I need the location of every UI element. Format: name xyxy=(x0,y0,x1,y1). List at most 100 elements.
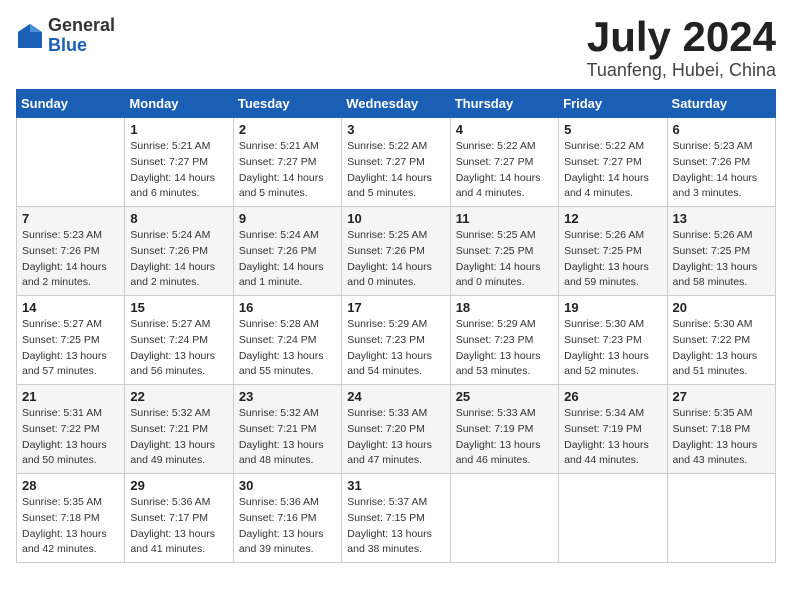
day-detail: Sunrise: 5:25 AM Sunset: 7:25 PM Dayligh… xyxy=(456,228,553,291)
day-detail: Sunrise: 5:32 AM Sunset: 7:21 PM Dayligh… xyxy=(239,406,336,469)
day-number: 7 xyxy=(22,211,119,226)
calendar-cell: 11 Sunrise: 5:25 AM Sunset: 7:25 PM Dayli… xyxy=(450,207,558,296)
day-number: 26 xyxy=(564,389,661,404)
logo-text: General Blue xyxy=(48,16,115,56)
calendar-cell xyxy=(559,474,667,563)
month-title: July 2024 xyxy=(587,16,776,58)
day-number: 19 xyxy=(564,300,661,315)
day-detail: Sunrise: 5:26 AM Sunset: 7:25 PM Dayligh… xyxy=(564,228,661,291)
calendar-cell: 4Sunrise: 5:22 AM Sunset: 7:27 PM Daylig… xyxy=(450,118,558,207)
day-number: 14 xyxy=(22,300,119,315)
day-number: 3 xyxy=(347,122,444,137)
calendar-cell: 29Sunrise: 5:36 AM Sunset: 7:17 PM Dayli… xyxy=(125,474,233,563)
day-number: 30 xyxy=(239,478,336,493)
calendar-cell: 17 Sunrise: 5:29 AM Sunset: 7:23 PM Dayli… xyxy=(342,296,450,385)
weekday-header: Saturday xyxy=(667,90,775,118)
day-detail: Sunrise: 5:30 AM Sunset: 7:22 PM Dayligh… xyxy=(673,317,770,380)
calendar-cell: 26 Sunrise: 5:34 AM Sunset: 7:19 PM Dayli… xyxy=(559,385,667,474)
day-detail: Sunrise: 5:33 AM Sunset: 7:19 PM Dayligh… xyxy=(456,406,553,469)
day-number: 21 xyxy=(22,389,119,404)
calendar-body: 1 Sunrise: 5:21 AM Sunset: 7:27 PM Daylig… xyxy=(17,118,776,563)
calendar-cell: 31 Sunrise: 5:37 AM Sunset: 7:15 PM Dayli… xyxy=(342,474,450,563)
day-detail: Sunrise: 5:35 AM Sunset: 7:18 PM Dayligh… xyxy=(22,495,119,558)
day-detail: Sunrise: 5:23 AM Sunset: 7:26 PM Dayligh… xyxy=(673,139,770,202)
logo: General Blue xyxy=(16,16,115,56)
day-number: 9 xyxy=(239,211,336,226)
day-number: 4 xyxy=(456,122,553,137)
day-number: 18 xyxy=(456,300,553,315)
calendar-week-row: 1 Sunrise: 5:21 AM Sunset: 7:27 PM Daylig… xyxy=(17,118,776,207)
day-number: 10 xyxy=(347,211,444,226)
day-number: 15 xyxy=(130,300,227,315)
calendar-cell xyxy=(17,118,125,207)
day-number: 25 xyxy=(456,389,553,404)
day-number: 28 xyxy=(22,478,119,493)
calendar-cell: 25 Sunrise: 5:33 AM Sunset: 7:19 PM Dayli… xyxy=(450,385,558,474)
day-number: 17 xyxy=(347,300,444,315)
day-detail: Sunrise: 5:33 AM Sunset: 7:20 PM Dayligh… xyxy=(347,406,444,469)
day-detail: Sunrise: 5:23 AM Sunset: 7:26 PM Dayligh… xyxy=(22,228,119,291)
calendar-cell: 1 Sunrise: 5:21 AM Sunset: 7:27 PM Daylig… xyxy=(125,118,233,207)
day-detail: Sunrise: 5:24 AM Sunset: 7:26 PM Dayligh… xyxy=(130,228,227,291)
calendar-cell: 30 Sunrise: 5:36 AM Sunset: 7:16 PM Dayli… xyxy=(233,474,341,563)
day-number: 8 xyxy=(130,211,227,226)
day-number: 11 xyxy=(456,211,553,226)
title-block: July 2024 Tuanfeng, Hubei, China xyxy=(587,16,776,81)
calendar-cell: 14Sunrise: 5:27 AM Sunset: 7:25 PM Dayli… xyxy=(17,296,125,385)
location-title: Tuanfeng, Hubei, China xyxy=(587,60,776,81)
weekday-header: Tuesday xyxy=(233,90,341,118)
weekday-header: Monday xyxy=(125,90,233,118)
day-number: 2 xyxy=(239,122,336,137)
calendar-cell: 6 Sunrise: 5:23 AM Sunset: 7:26 PM Daylig… xyxy=(667,118,775,207)
day-number: 13 xyxy=(673,211,770,226)
day-detail: Sunrise: 5:21 AM Sunset: 7:27 PM Dayligh… xyxy=(239,139,336,202)
day-detail: Sunrise: 5:32 AM Sunset: 7:21 PM Dayligh… xyxy=(130,406,227,469)
day-detail: Sunrise: 5:24 AM Sunset: 7:26 PM Dayligh… xyxy=(239,228,336,291)
day-detail: Sunrise: 5:31 AM Sunset: 7:22 PM Dayligh… xyxy=(22,406,119,469)
day-detail: Sunrise: 5:26 AM Sunset: 7:25 PM Dayligh… xyxy=(673,228,770,291)
calendar-cell: 12 Sunrise: 5:26 AM Sunset: 7:25 PM Dayli… xyxy=(559,207,667,296)
day-detail: Sunrise: 5:34 AM Sunset: 7:19 PM Dayligh… xyxy=(564,406,661,469)
day-number: 23 xyxy=(239,389,336,404)
calendar-week-row: 14Sunrise: 5:27 AM Sunset: 7:25 PM Dayli… xyxy=(17,296,776,385)
day-number: 6 xyxy=(673,122,770,137)
day-detail: Sunrise: 5:29 AM Sunset: 7:23 PM Dayligh… xyxy=(456,317,553,380)
day-detail: Sunrise: 5:25 AM Sunset: 7:26 PM Dayligh… xyxy=(347,228,444,291)
weekday-row: SundayMondayTuesdayWednesdayThursdayFrid… xyxy=(17,90,776,118)
day-detail: Sunrise: 5:21 AM Sunset: 7:27 PM Dayligh… xyxy=(130,139,227,202)
day-detail: Sunrise: 5:30 AM Sunset: 7:23 PM Dayligh… xyxy=(564,317,661,380)
calendar-cell: 18 Sunrise: 5:29 AM Sunset: 7:23 PM Dayli… xyxy=(450,296,558,385)
calendar-cell: 13 Sunrise: 5:26 AM Sunset: 7:25 PM Dayli… xyxy=(667,207,775,296)
calendar-cell: 15 Sunrise: 5:27 AM Sunset: 7:24 PM Dayli… xyxy=(125,296,233,385)
calendar-week-row: 28 Sunrise: 5:35 AM Sunset: 7:18 PM Dayli… xyxy=(17,474,776,563)
calendar-cell: 19 Sunrise: 5:30 AM Sunset: 7:23 PM Dayli… xyxy=(559,296,667,385)
day-detail: Sunrise: 5:22 AM Sunset: 7:27 PM Dayligh… xyxy=(347,139,444,202)
day-detail: Sunrise: 5:27 AM Sunset: 7:24 PM Dayligh… xyxy=(130,317,227,380)
day-number: 31 xyxy=(347,478,444,493)
calendar-cell: 16 Sunrise: 5:28 AM Sunset: 7:24 PM Dayli… xyxy=(233,296,341,385)
calendar-cell: 3 Sunrise: 5:22 AM Sunset: 7:27 PM Daylig… xyxy=(342,118,450,207)
weekday-header: Thursday xyxy=(450,90,558,118)
logo-general: General xyxy=(48,16,115,36)
logo-blue: Blue xyxy=(48,36,115,56)
calendar-cell xyxy=(450,474,558,563)
calendar-week-row: 21 Sunrise: 5:31 AM Sunset: 7:22 PM Dayli… xyxy=(17,385,776,474)
day-number: 27 xyxy=(673,389,770,404)
day-detail: Sunrise: 5:22 AM Sunset: 7:27 PM Dayligh… xyxy=(564,139,661,202)
calendar-cell: 2 Sunrise: 5:21 AM Sunset: 7:27 PM Daylig… xyxy=(233,118,341,207)
calendar-cell: 8 Sunrise: 5:24 AM Sunset: 7:26 PM Daylig… xyxy=(125,207,233,296)
calendar-cell: 27Sunrise: 5:35 AM Sunset: 7:18 PM Dayli… xyxy=(667,385,775,474)
calendar-cell: 5 Sunrise: 5:22 AM Sunset: 7:27 PM Daylig… xyxy=(559,118,667,207)
calendar-cell: 20Sunrise: 5:30 AM Sunset: 7:22 PM Dayli… xyxy=(667,296,775,385)
day-number: 16 xyxy=(239,300,336,315)
day-detail: Sunrise: 5:29 AM Sunset: 7:23 PM Dayligh… xyxy=(347,317,444,380)
day-number: 12 xyxy=(564,211,661,226)
day-number: 5 xyxy=(564,122,661,137)
day-detail: Sunrise: 5:28 AM Sunset: 7:24 PM Dayligh… xyxy=(239,317,336,380)
day-detail: Sunrise: 5:36 AM Sunset: 7:16 PM Dayligh… xyxy=(239,495,336,558)
calendar-week-row: 7 Sunrise: 5:23 AM Sunset: 7:26 PM Daylig… xyxy=(17,207,776,296)
day-detail: Sunrise: 5:37 AM Sunset: 7:15 PM Dayligh… xyxy=(347,495,444,558)
calendar-cell: 24Sunrise: 5:33 AM Sunset: 7:20 PM Dayli… xyxy=(342,385,450,474)
calendar-cell: 22Sunrise: 5:32 AM Sunset: 7:21 PM Dayli… xyxy=(125,385,233,474)
day-number: 1 xyxy=(130,122,227,137)
